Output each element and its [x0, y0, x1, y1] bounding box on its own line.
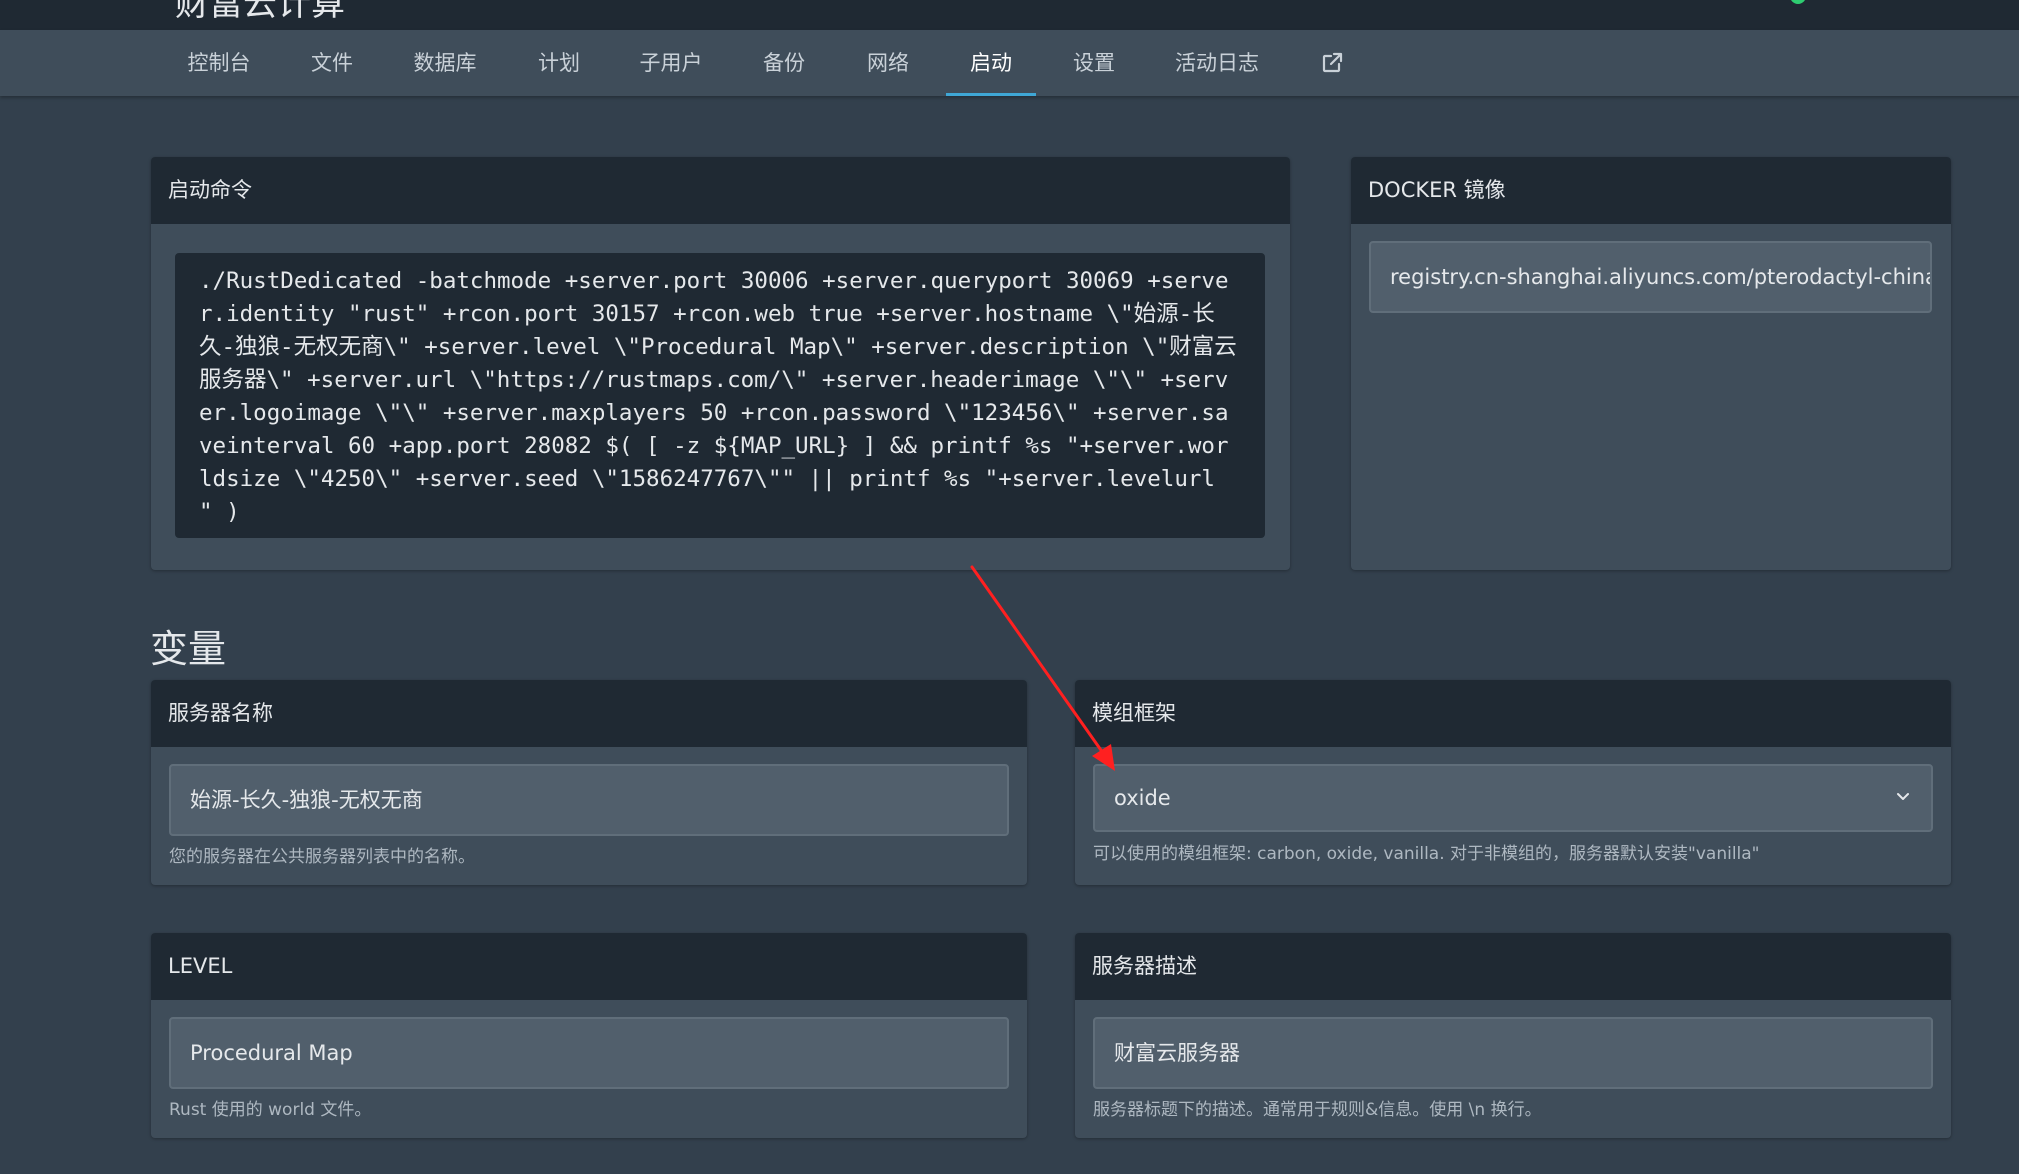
tab-backups[interactable]: 备份	[752, 30, 816, 96]
level-card: LEVEL Procedural Map Rust 使用的 world 文件。	[151, 933, 1027, 1138]
level-value: Procedural Map	[190, 1041, 353, 1065]
docker-image-value: registry.cn-shanghai.aliyuncs.com/pterod…	[1390, 265, 1932, 289]
startup-command-card: 启动命令 ./RustDedicated -batchmode +server.…	[151, 157, 1290, 570]
tab-console[interactable]: 控制台	[176, 30, 262, 96]
tab-settings[interactable]: 设置	[1062, 30, 1126, 96]
server-description-title: 服务器描述	[1075, 933, 1951, 1000]
mod-framework-value: oxide	[1114, 786, 1171, 810]
server-description-help: 服务器标题下的描述。通常用于规则&信息。使用 \n 换行。	[1093, 1100, 1542, 1120]
server-name-help: 您的服务器在公共服务器列表中的名称。	[169, 847, 475, 867]
brand-title[interactable]: 财富云计算	[175, 0, 345, 25]
level-title: LEVEL	[151, 933, 1027, 1000]
tab-users[interactable]: 子用户	[628, 30, 714, 96]
external-link-icon[interactable]	[1320, 51, 1344, 75]
server-name-input[interactable]: 始源-长久-独狼-无权无商	[169, 764, 1009, 836]
server-description-value: 财富云服务器	[1114, 1041, 1240, 1065]
level-help: Rust 使用的 world 文件。	[169, 1100, 372, 1120]
mod-framework-select[interactable]: oxide	[1093, 764, 1933, 832]
docker-image-card: DOCKER 镜像 registry.cn-shanghai.aliyuncs.…	[1351, 157, 1951, 570]
status-indicator	[1790, 0, 1806, 4]
startup-command-text: ./RustDedicated -batchmode +server.port …	[175, 253, 1265, 538]
tab-startup[interactable]: 启动	[946, 30, 1036, 96]
server-name-title: 服务器名称	[151, 680, 1027, 747]
server-description-input[interactable]: 财富云服务器	[1093, 1017, 1933, 1089]
mod-framework-help: 可以使用的模组框架: carbon, oxide, vanilla. 对于非模组…	[1093, 844, 1760, 864]
docker-image-field[interactable]: registry.cn-shanghai.aliyuncs.com/pterod…	[1369, 241, 1932, 313]
server-description-card: 服务器描述 财富云服务器 服务器标题下的描述。通常用于规则&信息。使用 \n 换…	[1075, 933, 1951, 1138]
tab-network[interactable]: 网络	[856, 30, 920, 96]
chevron-down-icon	[1897, 793, 1909, 800]
tab-databases[interactable]: 数据库	[402, 30, 488, 96]
tab-files[interactable]: 文件	[300, 30, 364, 96]
docker-image-title: DOCKER 镜像	[1351, 157, 1951, 224]
variables-heading: 变量	[150, 627, 227, 671]
mod-framework-card: 模组框架 oxide 可以使用的模组框架: carbon, oxide, van…	[1075, 680, 1951, 885]
mod-framework-title: 模组框架	[1075, 680, 1951, 747]
startup-command-title: 启动命令	[151, 157, 1290, 224]
level-input[interactable]: Procedural Map	[169, 1017, 1009, 1089]
tab-activity[interactable]: 活动日志	[1172, 30, 1262, 96]
server-nav: 控制台 文件 数据库 计划 子用户 备份 网络 启动 设置 活动日志	[0, 30, 2019, 96]
server-name-value: 始源-长久-独狼-无权无商	[190, 788, 423, 812]
server-name-card: 服务器名称 始源-长久-独狼-无权无商 您的服务器在公共服务器列表中的名称。	[151, 680, 1027, 885]
tab-schedules[interactable]: 计划	[527, 30, 591, 96]
top-header: 财富云计算	[0, 0, 2019, 30]
